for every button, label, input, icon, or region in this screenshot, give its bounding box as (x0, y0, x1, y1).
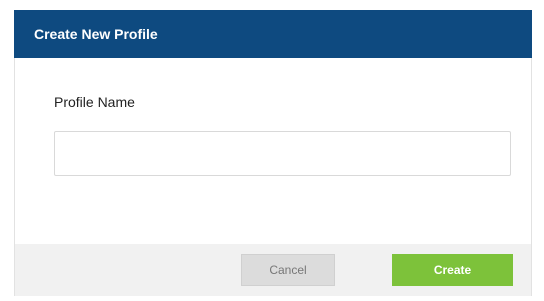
dialog-header: Create New Profile (14, 10, 532, 58)
dialog-body: Profile Name (14, 58, 532, 244)
create-button[interactable]: Create (392, 254, 513, 286)
create-profile-dialog: Create New Profile Profile Name Cancel C… (0, 0, 544, 301)
profile-name-label: Profile Name (54, 94, 135, 110)
profile-name-input[interactable] (54, 131, 511, 176)
dialog-footer: Cancel Create (14, 244, 532, 296)
cancel-button[interactable]: Cancel (241, 254, 335, 286)
dialog-title: Create New Profile (34, 26, 158, 42)
